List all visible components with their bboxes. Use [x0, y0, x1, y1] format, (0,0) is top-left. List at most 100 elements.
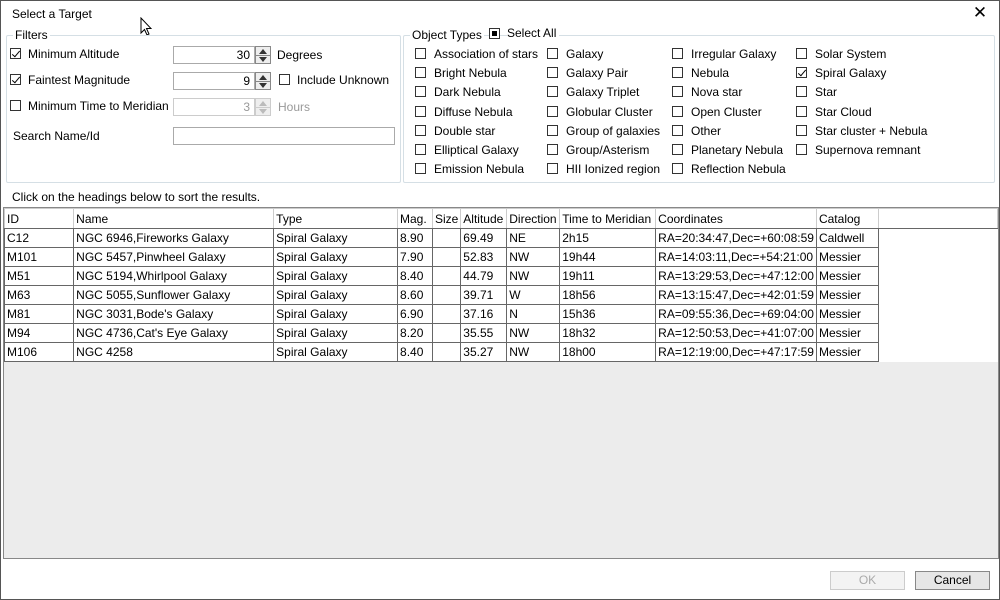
object-type-label: Irregular Galaxy — [691, 47, 777, 61]
object-type-checkbox[interactable] — [415, 163, 426, 175]
object-type-label: Reflection Nebula — [691, 162, 786, 177]
table-row[interactable]: C12 NGC 6946,Fireworks Galaxy Spiral Galax… — [4, 228, 998, 248]
spin-up-icon[interactable] — [259, 75, 267, 80]
object-type-checkbox[interactable] — [415, 144, 426, 155]
ok-button[interactable]: OK — [830, 571, 905, 590]
object-type-checkbox[interactable] — [547, 144, 558, 155]
object-type-checkbox[interactable] — [547, 124, 558, 136]
include-unknown-label: Include Unknown — [297, 73, 390, 87]
table-cell: RA=13:29:53,Dec=+47:12:00 — [655, 266, 817, 286]
table-row[interactable]: M94 NGC 4736,Cat's Eye Galaxy Spiral Galax… — [4, 323, 998, 343]
table-row[interactable]: M106 NGC 4258 Spiral Galaxy 8.40 35.27 NW 18h0… — [4, 342, 998, 362]
object-type-checkbox[interactable] — [547, 163, 558, 175]
object-type-checkbox[interactable] — [415, 86, 426, 98]
min-time-meridian-input[interactable]: 3 — [173, 98, 255, 116]
column-header[interactable]: Mag. — [397, 208, 433, 229]
search-input[interactable] — [173, 127, 395, 145]
table-cell — [431, 247, 462, 267]
table-cell: NW — [506, 323, 561, 343]
object-type-checkbox[interactable] — [415, 124, 426, 136]
object-type-checkbox[interactable] — [415, 48, 426, 59]
table-row[interactable]: M101 NGC 5457,Pinwheel Galaxy Spiral Galax… — [4, 247, 998, 267]
column-header[interactable]: ID — [4, 208, 75, 229]
object-type-checkbox[interactable] — [672, 48, 683, 59]
object-type-label: Galaxy — [566, 47, 604, 61]
column-header[interactable]: Name — [73, 208, 275, 229]
close-icon[interactable]: ✕ — [971, 3, 989, 23]
faintest-magnitude-spinner[interactable] — [255, 72, 271, 90]
spin-up-icon[interactable] — [259, 49, 267, 54]
dialog-title: Select a Target — [12, 7, 92, 21]
table-row[interactable]: M81 NGC 3031,Bode's Galaxy Spiral Galaxy 6.… — [4, 304, 998, 324]
select-all-checkbox[interactable] — [489, 28, 500, 39]
object-type-checkbox[interactable] — [672, 124, 683, 136]
table-cell: M63 — [4, 285, 75, 305]
faintest-magnitude-input[interactable]: 9 — [173, 72, 255, 90]
column-header[interactable]: Time to Meridian — [559, 208, 657, 229]
table-row[interactable]: M51 NGC 5194,Whirlpool Galaxy Spiral Galax… — [4, 266, 998, 286]
min-altitude-input[interactable]: 30 — [173, 46, 255, 64]
table-cell: 52.83 — [460, 247, 508, 267]
column-header[interactable]: Type — [273, 208, 399, 229]
table-cell: Caldwell — [815, 228, 879, 248]
include-unknown-checkbox[interactable] — [279, 74, 290, 85]
table-cell: 35.27 — [460, 342, 508, 362]
spin-down-icon[interactable] — [259, 83, 267, 88]
object-type-checkbox[interactable] — [547, 105, 558, 117]
object-type-checkbox[interactable] — [796, 144, 807, 155]
object-type-checkbox[interactable] — [672, 67, 683, 79]
table-cell: Messier — [815, 285, 879, 305]
table-cell — [431, 342, 462, 362]
column-header[interactable]: Direction — [506, 208, 561, 229]
spin-up-icon[interactable] — [259, 101, 267, 106]
min-time-meridian-checkbox[interactable] — [10, 100, 21, 111]
object-type-checkbox[interactable] — [672, 86, 683, 98]
object-type-checkbox[interactable] — [672, 105, 683, 117]
object-type-checkbox[interactable] — [415, 67, 426, 79]
spin-down-icon[interactable] — [259, 57, 267, 62]
object-type-checkbox[interactable] — [796, 48, 807, 59]
object-type-label: Nova star — [691, 85, 743, 100]
table-cell: M106 — [4, 342, 75, 362]
table-cell: 19h11 — [559, 266, 657, 286]
spin-down-icon[interactable] — [259, 109, 267, 114]
cancel-button[interactable]: Cancel — [915, 571, 990, 590]
table-cell: 8.40 — [397, 342, 433, 362]
faintest-magnitude-checkbox[interactable] — [10, 74, 21, 85]
table-row[interactable]: M63 NGC 5055,Sunflower Galaxy Spiral Galax… — [4, 285, 998, 305]
object-type-label: Globular Cluster — [566, 104, 653, 119]
object-type-checkbox[interactable] — [547, 48, 558, 59]
min-altitude-unit: Degrees — [277, 48, 323, 62]
table-cell: M94 — [4, 323, 75, 343]
object-type-checkbox[interactable] — [796, 86, 807, 98]
column-header[interactable]: Coordinates — [655, 208, 817, 229]
min-time-meridian-spinner[interactable] — [255, 98, 271, 116]
object-type-checkbox[interactable] — [672, 144, 683, 155]
table-cell: 44.79 — [460, 266, 508, 286]
filters-legend: Filters — [15, 28, 48, 42]
object-type-checkbox[interactable] — [796, 67, 807, 79]
table-cell: Messier — [815, 304, 879, 324]
object-type-checkbox[interactable] — [547, 86, 558, 98]
object-type-checkbox[interactable] — [672, 163, 683, 175]
object-type-label: Spiral Galaxy — [815, 66, 887, 81]
object-type-checkbox[interactable] — [415, 105, 426, 117]
table-cell: 8.40 — [397, 266, 433, 286]
object-type-label: Nebula — [691, 66, 730, 81]
object-type-checkbox[interactable] — [796, 105, 807, 117]
min-altitude-checkbox[interactable] — [10, 48, 21, 59]
table-cell: NE — [506, 228, 561, 248]
column-header[interactable]: Catalog — [815, 208, 879, 229]
table-cell: Spiral Galaxy — [273, 304, 399, 324]
object-type-checkbox[interactable] — [796, 124, 807, 136]
faintest-magnitude-label: Faintest Magnitude — [28, 73, 131, 87]
table-cell — [431, 266, 462, 286]
object-type-label: Diffuse Nebula — [434, 104, 513, 119]
results-grid[interactable]: ID Name Type Mag. Size Altitude Direction Time … — [3, 207, 999, 559]
column-header[interactable]: Altitude — [460, 208, 508, 229]
column-header[interactable]: Size — [431, 208, 462, 229]
min-altitude-spinner[interactable] — [255, 46, 271, 64]
object-type-checkbox[interactable] — [547, 67, 558, 79]
table-cell — [431, 304, 462, 324]
object-type-label: Galaxy Pair — [566, 66, 629, 81]
